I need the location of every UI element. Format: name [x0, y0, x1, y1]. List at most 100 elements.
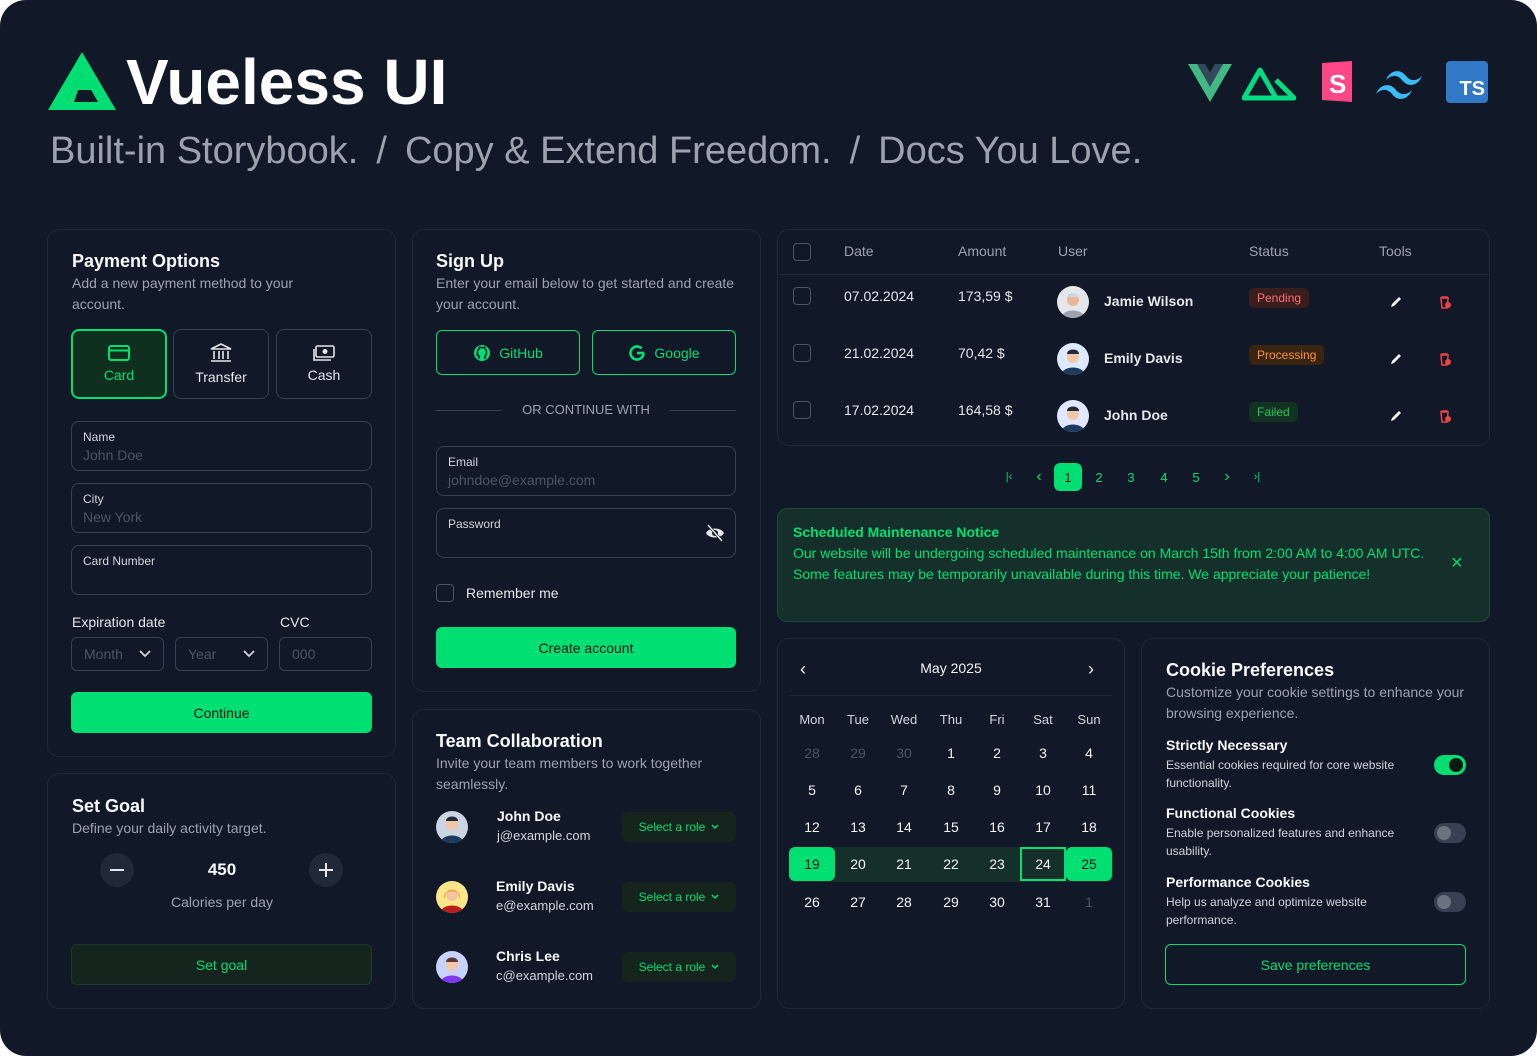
name-field-placeholder: John Doe	[83, 447, 143, 463]
select-all-checkbox[interactable]	[793, 243, 811, 261]
edit-icon[interactable]	[1389, 352, 1403, 366]
close-icon[interactable]: ×	[1451, 552, 1463, 575]
payment-method-cash[interactable]: Cash	[276, 329, 372, 399]
cvc-input[interactable]: 000	[279, 637, 372, 671]
next-month-button[interactable]: ›	[1088, 659, 1094, 680]
calendar-day[interactable]: 11	[1066, 773, 1112, 807]
role-select[interactable]: Select a role	[622, 812, 736, 842]
calendar-day[interactable]: 20	[835, 847, 881, 881]
header-divider	[778, 274, 1489, 275]
calendar-day[interactable]: 21	[881, 847, 927, 881]
card-number-field[interactable]: Card Number	[71, 545, 372, 595]
expiration-label: Expiration date	[72, 614, 166, 630]
prev-month-button[interactable]: ‹	[800, 659, 806, 680]
delete-icon[interactable]	[1438, 295, 1452, 309]
calendar-day[interactable]: 28	[881, 885, 927, 919]
calendar-day[interactable]: 30	[974, 885, 1020, 919]
payment-method-card[interactable]: Card	[71, 329, 167, 399]
calendar-day[interactable]: 26	[789, 885, 835, 919]
calendar-day-range-end[interactable]: 25	[1066, 847, 1112, 881]
member-name: Chris Lee	[496, 948, 560, 964]
calendar-day[interactable]: 14	[881, 810, 927, 844]
calendar-day[interactable]: 31	[1020, 885, 1066, 919]
calendar-day[interactable]: 6	[835, 773, 881, 807]
calendar-day[interactable]: 30	[881, 736, 927, 770]
calendar-day[interactable]: 29	[835, 736, 881, 770]
calendar-day[interactable]: 28	[789, 736, 835, 770]
calendar-day-today[interactable]: 24	[1020, 847, 1066, 881]
svg-text:S: S	[1329, 69, 1346, 99]
calendar-day[interactable]: 29	[928, 885, 974, 919]
calendar-day[interactable]: 10	[1020, 773, 1066, 807]
calendar-day[interactable]: 9	[974, 773, 1020, 807]
calendar-day[interactable]: 27	[835, 885, 881, 919]
page-button[interactable]: 5	[1182, 463, 1210, 491]
prev-page-button[interactable]: ‹	[1025, 463, 1053, 491]
continue-button[interactable]: Continue	[71, 692, 372, 733]
calendar-day[interactable]: 16	[974, 810, 1020, 844]
calendar-day[interactable]: 23	[974, 847, 1020, 881]
page-button[interactable]: 1	[1054, 463, 1082, 491]
calendar-day[interactable]: 1	[928, 736, 974, 770]
team-subtitle: Invite your team members to work togethe…	[436, 755, 703, 792]
functional-cookies-toggle[interactable]	[1434, 823, 1466, 843]
role-select[interactable]: Select a role	[622, 882, 736, 912]
edit-icon[interactable]	[1389, 295, 1403, 309]
name-field[interactable]: Name John Doe	[71, 421, 372, 471]
page-button[interactable]: 2	[1085, 463, 1113, 491]
strictly-necessary-toggle[interactable]	[1434, 755, 1466, 775]
remember-checkbox[interactable]	[436, 584, 454, 602]
name-field-label: Name	[83, 430, 116, 444]
create-account-button[interactable]: Create account	[436, 627, 736, 668]
page-button[interactable]: 3	[1117, 463, 1145, 491]
password-field[interactable]: Password	[436, 508, 736, 558]
last-page-button[interactable]: ›|	[1243, 463, 1271, 491]
calendar-day[interactable]: 18	[1066, 810, 1112, 844]
tech-icons: S TS	[1188, 60, 1490, 104]
calendar-day[interactable]: 8	[928, 773, 974, 807]
role-select[interactable]: Select a role	[622, 952, 736, 982]
calendar-day[interactable]: 22	[928, 847, 974, 881]
year-select[interactable]: Year	[175, 637, 268, 671]
cvc-label: CVC	[280, 614, 310, 630]
github-label: GitHub	[499, 344, 543, 361]
row-checkbox[interactable]	[793, 401, 811, 419]
google-button[interactable]: Google	[592, 330, 736, 375]
delete-icon[interactable]	[1438, 409, 1452, 423]
city-field-label: City	[83, 492, 104, 506]
payment-method-transfer[interactable]: Transfer	[173, 329, 269, 399]
typescript-icon: TS	[1446, 61, 1488, 103]
eye-off-icon[interactable]	[705, 524, 725, 542]
member-name: Emily Davis	[496, 878, 575, 894]
taglines: Built-in Storybook. / Copy & Extend Free…	[50, 130, 1142, 173]
calendar-day[interactable]: 1	[1066, 885, 1112, 919]
month-select[interactable]: Month	[71, 637, 164, 671]
increment-button[interactable]	[309, 853, 343, 887]
save-preferences-button[interactable]: Save preferences	[1165, 944, 1466, 985]
first-page-button[interactable]: |‹	[995, 463, 1023, 491]
calendar-day[interactable]: 4	[1066, 736, 1112, 770]
city-field[interactable]: City New York	[71, 483, 372, 533]
calendar-day[interactable]: 13	[835, 810, 881, 844]
calendar-day[interactable]: 12	[789, 810, 835, 844]
edit-icon[interactable]	[1389, 409, 1403, 423]
delete-icon[interactable]	[1438, 352, 1452, 366]
calendar-day[interactable]: 5	[789, 773, 835, 807]
github-button[interactable]: GitHub	[436, 330, 580, 375]
calendar-day-range-start[interactable]: 19	[789, 847, 835, 881]
performance-cookies-toggle[interactable]	[1434, 892, 1466, 912]
row-checkbox[interactable]	[793, 344, 811, 362]
email-field[interactable]: Email johndoe@example.com	[436, 446, 736, 496]
divider-line	[436, 410, 502, 411]
calendar-day[interactable]: 17	[1020, 810, 1066, 844]
calendar-day[interactable]: 3	[1020, 736, 1066, 770]
calendar-day[interactable]: 15	[928, 810, 974, 844]
member-email: c@example.com	[496, 968, 594, 983]
calendar-day[interactable]: 2	[974, 736, 1020, 770]
next-page-button[interactable]: ›	[1213, 463, 1241, 491]
page-button[interactable]: 4	[1150, 463, 1178, 491]
decrement-button[interactable]	[100, 853, 134, 887]
set-goal-button[interactable]: Set goal	[71, 944, 372, 985]
row-checkbox[interactable]	[793, 287, 811, 305]
calendar-day[interactable]: 7	[881, 773, 927, 807]
